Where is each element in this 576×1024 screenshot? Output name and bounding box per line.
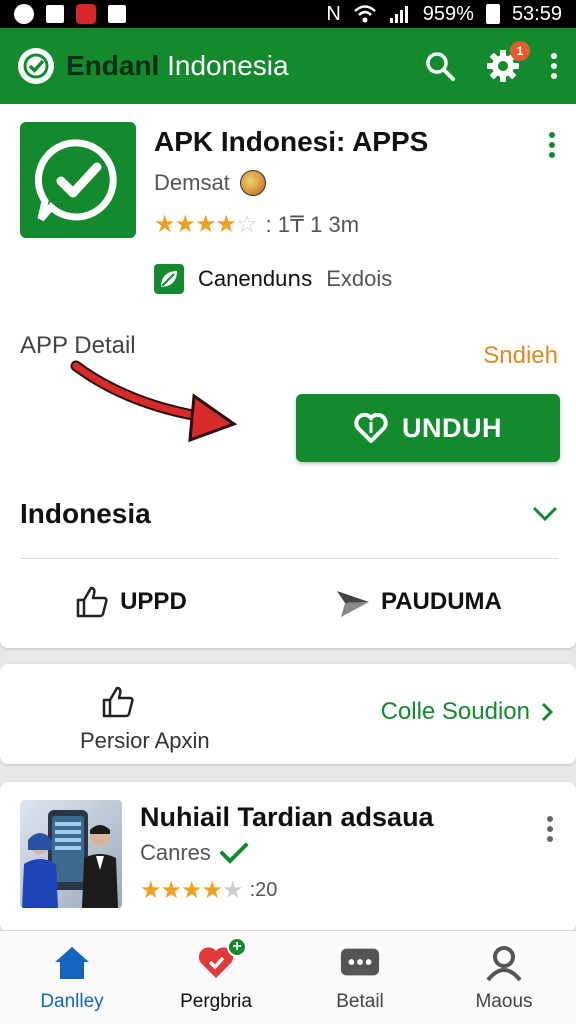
chevron-right-icon — [541, 702, 554, 722]
app-detail-card: APK Indonesi: APPS Demsat ★★★★ ☆ : 1₸ 1 … — [0, 104, 576, 648]
clock: 53:59 — [511, 2, 562, 25]
version-info[interactable]: Persior Apxin — [80, 684, 220, 754]
nav-home-label: Danlley — [40, 990, 104, 1012]
image-icon — [108, 5, 126, 23]
version-card: Persior Apxin Colle Soudion — [0, 664, 576, 764]
promo-thumbnail — [20, 800, 122, 908]
rating-text: : 1₸ 1 3m — [265, 211, 360, 237]
app-developer: Demsat — [154, 170, 266, 196]
category-icon — [154, 264, 184, 294]
notification-badge: 1 — [510, 41, 530, 61]
download-button-label: UNDUH — [402, 412, 502, 443]
signal-icon — [389, 6, 408, 23]
promo-subtitle-text: Canres — [140, 840, 211, 865]
share-button[interactable]: PAUDUMA — [335, 585, 502, 619]
action-row: UPPD PAUDUMA — [0, 584, 576, 620]
bottom-nav: Danlley + Pergbria Betail Maous — [0, 930, 576, 1024]
star-icon: ★★★★ — [140, 877, 223, 904]
nav-profile-label: Maous — [475, 990, 533, 1012]
side-link[interactable]: Sndieh — [483, 342, 558, 370]
pointer-arrow-icon — [70, 360, 238, 443]
whatsapp-check-icon — [34, 139, 117, 222]
nav-favorites-label: Pergbria — [180, 990, 252, 1012]
app-name: APK Indonesi: APPS — [154, 126, 429, 157]
app-bar: Endanl Indonesia 1 — [0, 28, 576, 104]
battery-percent: 959% — [422, 2, 474, 25]
collection-link[interactable]: Colle Soudion — [381, 698, 554, 726]
category-strong: Canenduոs — [198, 266, 313, 291]
thumbs-up-icon — [102, 686, 134, 718]
wifi-icon — [353, 5, 376, 23]
calendar-icon — [46, 5, 64, 23]
upvote-label: UPPD — [120, 588, 187, 615]
version-label: Persior Apxin — [80, 728, 210, 753]
star-empty-icon: ☆ — [236, 211, 258, 238]
app-title-bold: Endanl — [66, 50, 160, 81]
app-notification-icon — [76, 4, 96, 24]
developer-name[interactable]: Demsat — [154, 170, 230, 196]
overflow-menu-icon[interactable] — [550, 52, 558, 80]
collection-link-label: Colle Soudion — [380, 698, 530, 725]
chat-icon — [339, 943, 381, 983]
star-empty-icon: ★ — [222, 877, 244, 904]
status-bar: N 959% 53:59 — [0, 0, 576, 28]
thumbs-up-icon — [76, 586, 108, 618]
promo-more-icon[interactable] — [544, 816, 556, 846]
settings-button[interactable]: 1 — [486, 41, 530, 83]
notification-icon — [14, 4, 34, 24]
status-right-icons: N 959% 53:59 — [326, 3, 562, 26]
nav-chat[interactable]: Betail — [288, 931, 432, 1024]
app-title: Endanl Indonesia — [66, 50, 289, 82]
heart-icon — [354, 413, 388, 443]
divider — [20, 558, 558, 559]
app-title-rest: Indonesia — [167, 50, 289, 81]
check-icon — [219, 843, 248, 864]
star-icon: ★★★★ — [154, 211, 237, 238]
app-icon — [20, 122, 136, 238]
send-icon — [336, 591, 369, 617]
promo-subtitle: Canres — [140, 840, 249, 866]
app-category[interactable]: Canenduոs Exdois — [154, 264, 392, 294]
upvote-button[interactable]: UPPD — [74, 584, 187, 620]
app-rating: ★★★★ ☆ : 1₸ 1 3m — [154, 210, 359, 239]
nav-favorites[interactable]: + Pergbria — [144, 931, 288, 1024]
promo-rating-text: :20 — [249, 879, 278, 901]
heart-icon: + — [195, 936, 247, 983]
language-row[interactable]: Indonesia — [20, 498, 558, 530]
promo-card[interactable]: Nuhiail Tardian adsaua Canres ★★★★ ★ :20 — [0, 782, 576, 932]
app-bar-actions: 1 — [424, 41, 558, 83]
nav-chat-label: Betail — [336, 990, 384, 1012]
nav-home[interactable]: Danlley — [0, 931, 144, 1024]
category-light: Exdois — [326, 266, 393, 291]
home-icon — [51, 943, 93, 983]
status-left-icons — [14, 4, 126, 24]
promo-rating: ★★★★ ★ :20 — [140, 876, 277, 905]
nfc-icon: N — [326, 2, 341, 25]
app-more-icon[interactable] — [546, 132, 558, 162]
chevron-down-icon — [532, 506, 558, 522]
developer-badge-icon — [239, 170, 266, 196]
search-icon[interactable] — [424, 50, 456, 82]
language-label: Indonesia — [20, 498, 151, 529]
download-button[interactable]: UNDUH — [296, 394, 560, 462]
share-label: PAUDUMA — [380, 588, 502, 615]
plus-icon: + — [227, 936, 247, 957]
promo-title: Nuhiail Tardian adsaua — [140, 802, 434, 832]
battery-icon — [485, 4, 500, 24]
nav-profile[interactable]: Maous — [432, 931, 576, 1024]
profile-icon — [483, 943, 525, 983]
app-logo-icon[interactable] — [18, 48, 54, 84]
